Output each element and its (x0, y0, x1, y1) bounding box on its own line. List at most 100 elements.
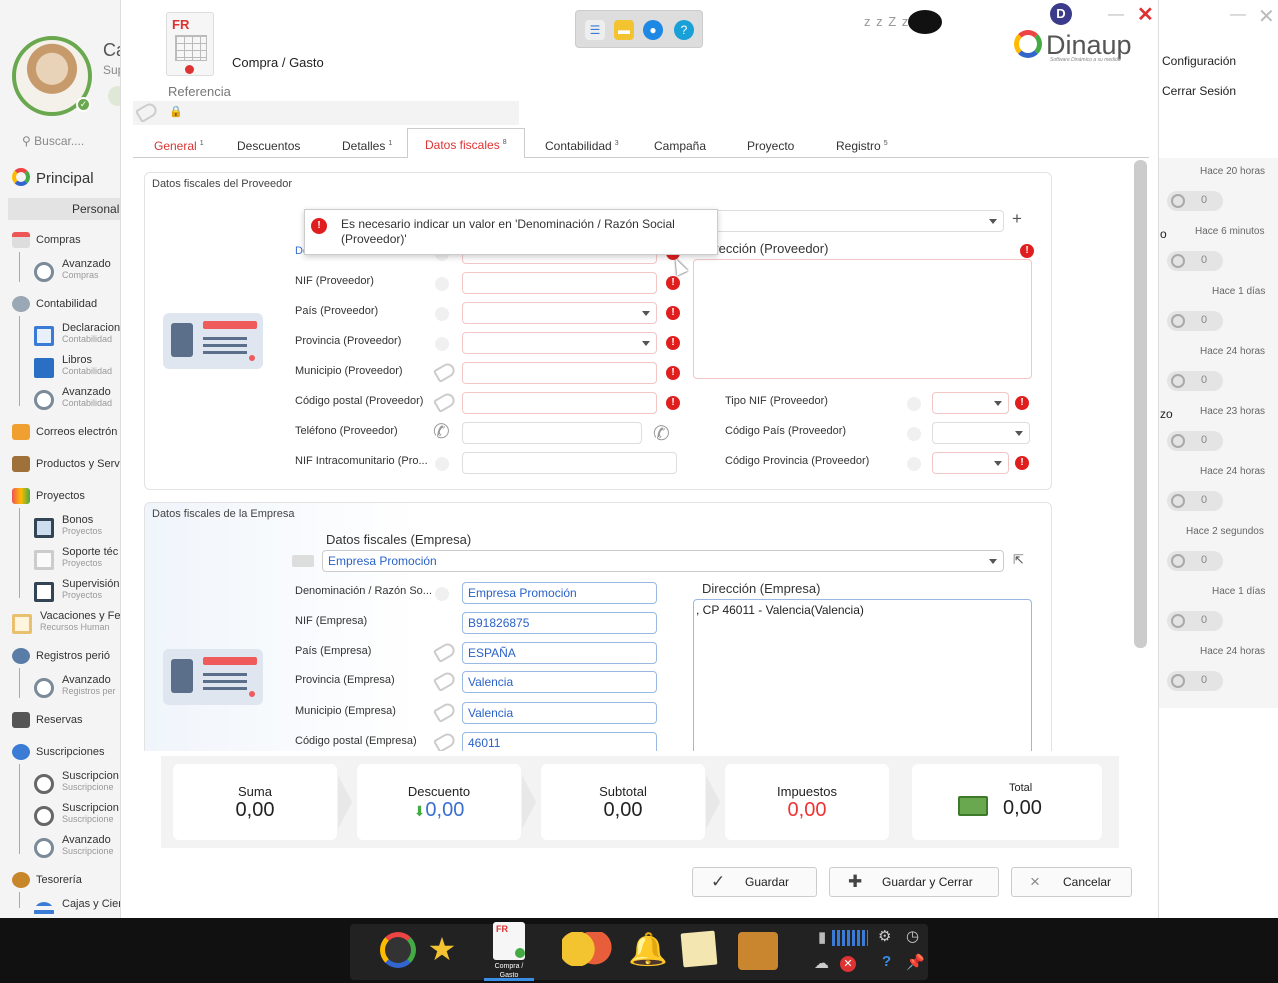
user-badge[interactable]: D (1050, 3, 1072, 25)
purchase-invoice-icon[interactable]: FR (493, 922, 525, 960)
guardar-button[interactable]: ✓ Guardar (692, 867, 817, 897)
telefono-input[interactable] (462, 422, 642, 444)
tab-datos-fiscales[interactable]: Datos fiscales 8 (407, 128, 525, 159)
sidebar-item-contabilidad[interactable]: Contabilidad (12, 296, 97, 312)
sidebar-item-avanzado-suscripciones[interactable]: Avanzado Suscripcione (34, 834, 114, 858)
nif-input[interactable] (462, 272, 657, 294)
notification-counter[interactable]: 0 (1167, 551, 1223, 571)
label-municipio-empresa: Municipio (Empresa) (295, 705, 396, 717)
close-button[interactable]: ✕ (1258, 4, 1275, 29)
add-icon[interactable]: + (1012, 209, 1022, 229)
wallet-icon[interactable] (738, 932, 778, 970)
codigo-provincia-select[interactable] (932, 452, 1009, 474)
sidebar-item-suscripcion-1[interactable]: Suscripcion Suscripcione (34, 770, 119, 794)
minimize-button[interactable]: — (1230, 6, 1246, 24)
cloud-icon[interactable]: ☁ (814, 954, 829, 972)
notification-counter[interactable]: 0 (1167, 491, 1223, 511)
notification-counter[interactable]: 0 (1167, 191, 1223, 211)
minimize-button[interactable]: — (1108, 6, 1124, 24)
sidebar-item-suscripcion-2[interactable]: Suscripcion Suscripcione (34, 802, 119, 826)
list-icon[interactable]: ☰ (585, 20, 605, 40)
sidebar-item-correos[interactable]: Correos electrón (12, 424, 117, 440)
sidebar-search[interactable]: ⚲ Buscar.... (22, 134, 84, 148)
dinaup-logo-icon (12, 168, 30, 186)
sidebar-item-supervision[interactable]: Supervisión Proyectos (34, 578, 119, 602)
pais-empresa-input[interactable]: ESPAÑA (462, 642, 657, 664)
pais-select[interactable] (462, 302, 657, 324)
sidebar-item-suscripciones[interactable]: Suscripciones (12, 744, 104, 760)
sidebar-principal[interactable]: Principal (12, 168, 94, 187)
tipo-nif-select[interactable] (932, 392, 1009, 414)
tab-detalles[interactable]: Detalles 1 (342, 139, 392, 153)
clock-icon[interactable]: ◷ (906, 927, 919, 945)
direccion-empresa-textarea[interactable]: , CP 46011 - Valencia(Valencia) (693, 599, 1032, 751)
tab-registro[interactable]: Registro 5 (836, 139, 888, 153)
notification-counter[interactable]: 0 (1167, 671, 1223, 691)
sidebar-item-declaraciones[interactable]: Declaracion Contabilidad (34, 322, 120, 346)
notification-counter[interactable]: 0 (1167, 371, 1223, 391)
sidebar-item-reservas[interactable]: Reservas (12, 712, 82, 728)
nif-empresa-input[interactable]: B91826875 (462, 612, 657, 634)
tab-proyecto[interactable]: Proyecto (747, 139, 794, 153)
provincia-empresa-input[interactable]: Valencia (462, 671, 657, 693)
guardar-cerrar-button[interactable]: ✚ Guardar y Cerrar (829, 867, 999, 897)
provincia-select[interactable] (462, 332, 657, 354)
help-icon[interactable]: ? (882, 953, 891, 970)
empresa-select[interactable]: Empresa Promoción (322, 550, 1004, 572)
referencia-input[interactable]: 🔒 (133, 100, 519, 125)
chat-bubbles-icon[interactable] (562, 932, 612, 966)
sidebar-item-registros[interactable]: Registros perió (12, 648, 110, 664)
municipio-empresa-input[interactable]: Valencia (462, 702, 657, 724)
star-icon[interactable]: ★ (424, 932, 460, 968)
form-scroll-area[interactable]: Datos fiscales del Proveedor + Denominac… (133, 158, 1149, 751)
search-input[interactable]: Buscar.... (34, 134, 84, 148)
open-external-icon[interactable]: ⇱ (1013, 552, 1024, 568)
tab-general[interactable]: General 1 (154, 139, 204, 153)
denominacion-empresa-input[interactable]: Empresa Promoción (462, 582, 657, 604)
note-icon[interactable] (680, 930, 718, 968)
sidebar-item-avanzado-registros[interactable]: Avanzado Registros per (34, 674, 116, 698)
notification-counter[interactable]: 0 (1167, 251, 1223, 271)
folder-icon[interactable]: ▬ (614, 20, 634, 40)
sidebar-item-avanzado-compras[interactable]: Avanzado Compras (34, 258, 111, 282)
gear-icon[interactable]: ⚙ (878, 927, 891, 945)
sidebar-item-productos[interactable]: Productos y Serv (12, 456, 120, 472)
cp-empresa-input[interactable]: 46011 (462, 732, 657, 751)
sidebar-item-libros[interactable]: Libros Contabilidad (34, 354, 112, 378)
sidebar-item-tesoreria[interactable]: Tesorería (12, 872, 82, 888)
direccion-textarea[interactable] (693, 259, 1032, 379)
sidebar-item-cajas[interactable]: Cajas y Cier (34, 898, 120, 918)
sidebar-item-proyectos[interactable]: Proyectos (12, 488, 85, 504)
assistant-icon[interactable] (908, 10, 942, 34)
chat-icon[interactable]: ● (643, 20, 663, 40)
sidebar-item-vacaciones[interactable]: Vacaciones y Fe Recursos Human (12, 610, 120, 634)
tab-campana[interactable]: Campaña (654, 139, 706, 153)
notification-counter[interactable]: 0 (1167, 431, 1223, 451)
sidebar-item-avanzado-contabilidad[interactable]: Avanzado Contabilidad (34, 386, 112, 410)
call-icon[interactable]: ✆ (653, 421, 670, 446)
configuracion-link[interactable]: Configuración (1162, 54, 1236, 68)
pin-icon[interactable]: 📌 (906, 953, 925, 971)
notification-counter[interactable]: 0 (1167, 311, 1223, 331)
municipio-input[interactable] (462, 362, 657, 384)
dinaup-logo-icon[interactable] (380, 932, 416, 968)
notification-counter[interactable]: 0 (1167, 611, 1223, 631)
sidebar-item-compras[interactable]: Compras (12, 232, 81, 248)
notification-time: Hace 20 horas (1200, 166, 1266, 177)
cp-input[interactable] (462, 392, 657, 414)
codigo-pais-select[interactable] (932, 422, 1030, 444)
sidebar-item-bonos[interactable]: Bonos Proyectos (34, 514, 102, 538)
cancelar-button[interactable]: × Cancelar (1011, 867, 1132, 897)
help-icon[interactable]: ? (674, 20, 694, 40)
bell-icon[interactable]: 🔔 (628, 932, 668, 968)
nif-intra-input[interactable] (462, 452, 677, 474)
sidebar-item-soporte[interactable]: Soporte téc Proyectos (34, 546, 118, 570)
plus-icon: ✚ (848, 872, 863, 891)
cerrar-sesion-link[interactable]: Cerrar Sesión (1162, 84, 1236, 98)
tab-contabilidad[interactable]: Contabilidad 3 (545, 139, 619, 153)
tab-descuentos[interactable]: Descuentos (237, 139, 300, 153)
close-button[interactable]: ✕ (1137, 2, 1154, 27)
arrow-down-icon: ⬇ (413, 803, 426, 819)
vertical-scrollbar[interactable] (1134, 160, 1147, 648)
sidebar-tab-personal[interactable]: Personal (8, 198, 120, 220)
